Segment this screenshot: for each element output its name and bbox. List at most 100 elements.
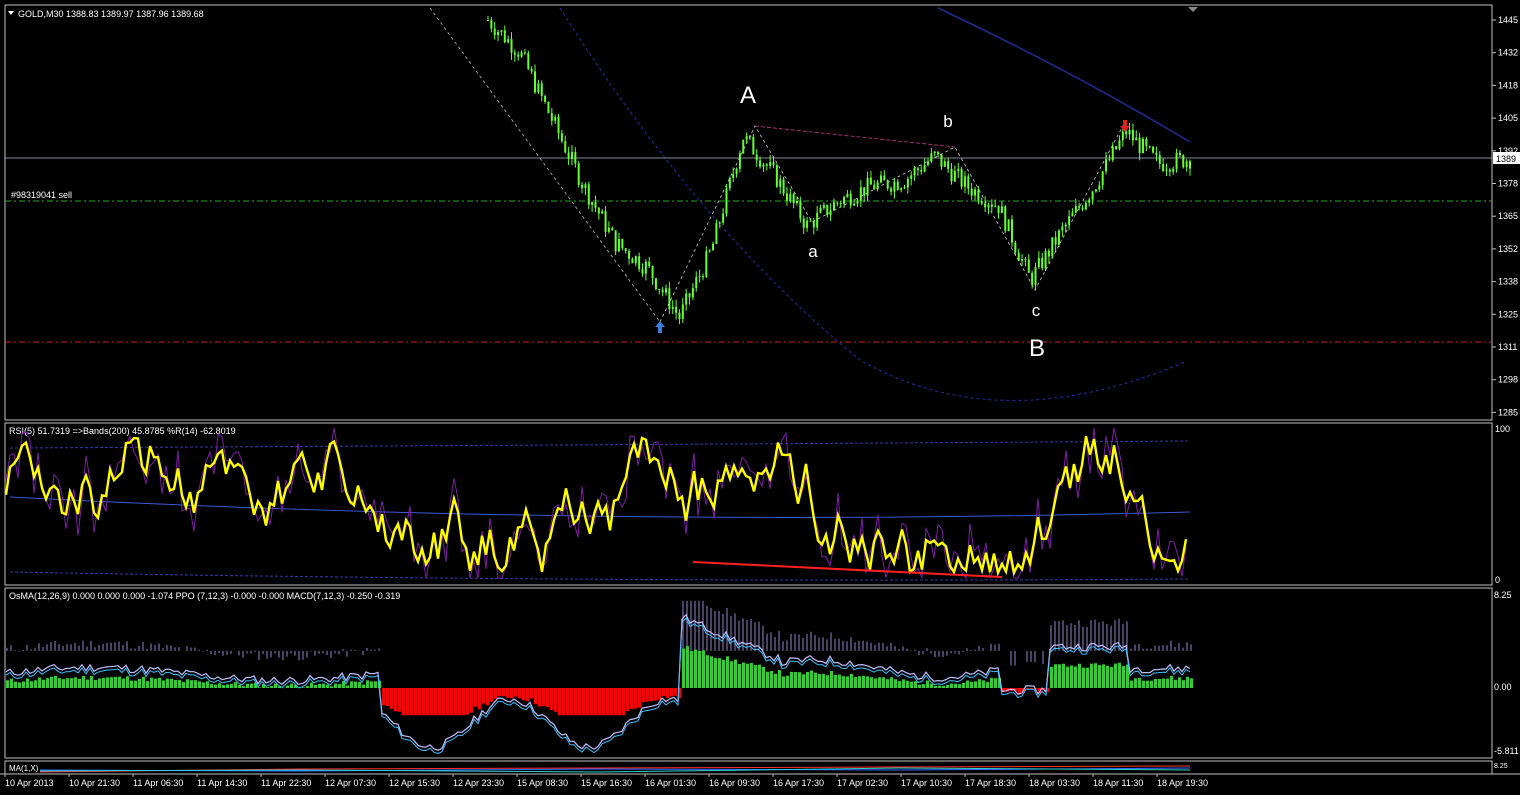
- osma-bar: [802, 674, 805, 688]
- osma-bar: [266, 686, 269, 688]
- osma-bar: [966, 680, 969, 688]
- osma-bar: [118, 676, 121, 688]
- osma-bar: [806, 671, 809, 688]
- osma-bar: [66, 678, 69, 688]
- osma-bar: [734, 659, 737, 688]
- candle-body: [839, 202, 842, 204]
- osma-bar: [1190, 678, 1193, 688]
- candle-body: [614, 230, 617, 252]
- osma-bar: [1174, 679, 1177, 688]
- candle-body: [1152, 146, 1155, 153]
- osma-bar: [862, 675, 865, 688]
- osma-bar: [330, 686, 333, 688]
- osma-bar: [842, 676, 845, 688]
- osma-bar: [478, 688, 481, 710]
- osma-bar: [454, 688, 457, 716]
- candle-body: [732, 174, 735, 178]
- candle-body: [520, 52, 523, 57]
- candle-body: [799, 200, 802, 219]
- price-tick: 1311: [1498, 342, 1517, 352]
- price-tick: 1418: [1498, 80, 1518, 90]
- candle-body: [829, 210, 832, 216]
- osma-bar: [650, 688, 653, 702]
- osma-bar: [666, 688, 669, 699]
- osma-bar: [982, 680, 985, 688]
- osma-bar: [502, 688, 505, 697]
- candle-body: [1101, 171, 1104, 186]
- osma-bar: [102, 677, 105, 688]
- time-tick: 17 Apr 10:30: [901, 778, 952, 788]
- candle-body: [507, 39, 510, 43]
- candle-body: [1021, 259, 1024, 261]
- candle-body: [812, 220, 815, 228]
- candle-body: [1068, 216, 1071, 225]
- candle-body: [1000, 206, 1003, 214]
- time-axis: 10 Apr 2013 10 Apr 21:30 11 Apr 06:30 11 Ap…: [4, 774, 1208, 788]
- osma-bar: [390, 688, 393, 709]
- candle-body: [567, 152, 570, 159]
- osma-bar: [818, 674, 821, 688]
- candle-body: [500, 30, 503, 32]
- candle-body: [641, 268, 644, 274]
- osma-bar: [174, 679, 177, 688]
- osma-bar: [190, 680, 193, 688]
- osma-bar: [798, 672, 801, 688]
- osma-bar: [994, 678, 997, 688]
- osma-bar: [866, 676, 869, 688]
- osma-bar: [1058, 664, 1061, 688]
- candle-body: [701, 276, 704, 278]
- candle-body: [517, 54, 520, 57]
- osma-bar: [894, 679, 897, 688]
- candle-body: [638, 256, 641, 269]
- osma-bar: [198, 681, 201, 688]
- osma-bar: [1146, 680, 1149, 688]
- candle-body: [1128, 129, 1131, 135]
- price-tick: 1432: [1498, 48, 1518, 58]
- candle-body: [708, 250, 711, 252]
- osma-bar: [50, 676, 53, 688]
- osma-bar: [566, 688, 569, 716]
- osma-bar: [902, 679, 905, 688]
- time-tick: 10 Apr 2013: [5, 778, 54, 788]
- osma-bar: [42, 679, 45, 688]
- osma-bar: [178, 679, 181, 688]
- osma-bar: [1110, 667, 1113, 688]
- osma-bar: [470, 688, 473, 713]
- osma-bar: [338, 684, 341, 688]
- osma-bar: [6, 680, 9, 688]
- time-tick: 11 Apr 22:30: [261, 778, 311, 788]
- candle-body: [910, 175, 913, 179]
- osma-bar: [778, 670, 781, 688]
- candle-body: [665, 288, 668, 293]
- osma-bar: [402, 688, 405, 716]
- candle-body: [792, 193, 795, 204]
- candle-body: [1141, 138, 1144, 154]
- osma-bar: [286, 685, 289, 688]
- candle-body: [628, 251, 631, 259]
- candle-body: [712, 243, 715, 251]
- candle-body: [631, 258, 634, 264]
- time-tick: 10 Apr 21:30: [69, 778, 120, 788]
- current-price-label: 1389: [1496, 154, 1516, 164]
- osma-bar: [874, 678, 877, 688]
- wave-label-B: B: [1029, 335, 1045, 362]
- osma-bar: [462, 688, 465, 716]
- wave-label-a: a: [808, 242, 818, 261]
- rsi-header: RSI(5) 51.7319 =>Bands(200) 45.8785 %R(1…: [9, 426, 236, 436]
- candle-body: [577, 163, 580, 185]
- candle-body: [970, 188, 973, 196]
- time-tick: 15 Apr 08:30: [517, 778, 568, 788]
- osma-bar: [914, 681, 917, 688]
- candle-body: [779, 179, 782, 187]
- price-tick: 1352: [1498, 244, 1518, 254]
- osma-bar: [878, 677, 881, 688]
- osma-bar: [834, 674, 837, 688]
- osma-bar: [1054, 664, 1057, 688]
- osma-bar: [498, 688, 501, 697]
- candle-body: [550, 113, 553, 121]
- candle-body: [681, 304, 684, 319]
- candle-body: [1182, 155, 1185, 168]
- osma-bar: [142, 676, 145, 688]
- candle-body: [523, 52, 526, 54]
- osma-bar: [870, 677, 873, 688]
